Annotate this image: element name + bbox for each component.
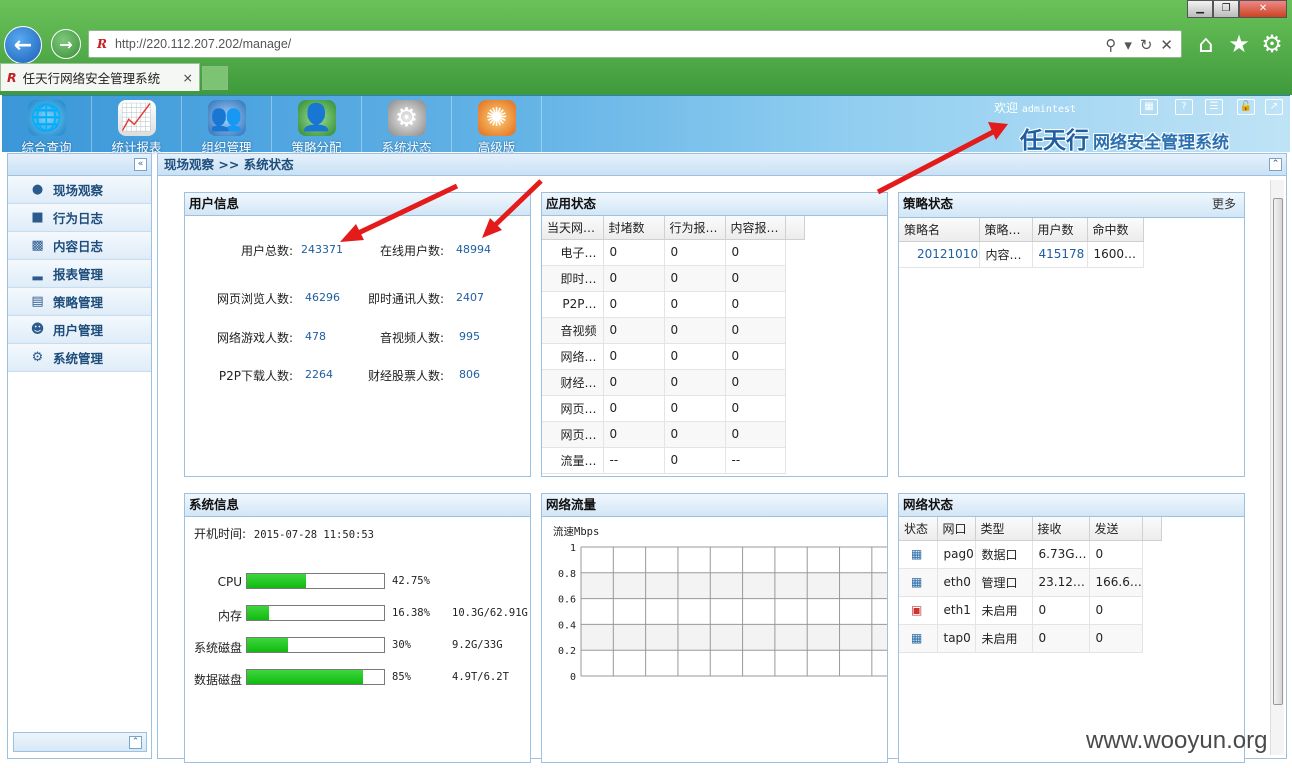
red-arrow-1 <box>340 183 459 242</box>
red-arrow-2 <box>482 179 543 238</box>
annotation-arrows <box>340 122 1008 242</box>
red-arrow-3 <box>876 122 1008 195</box>
watermark-text: www.wooyun.org <box>1086 727 1268 754</box>
